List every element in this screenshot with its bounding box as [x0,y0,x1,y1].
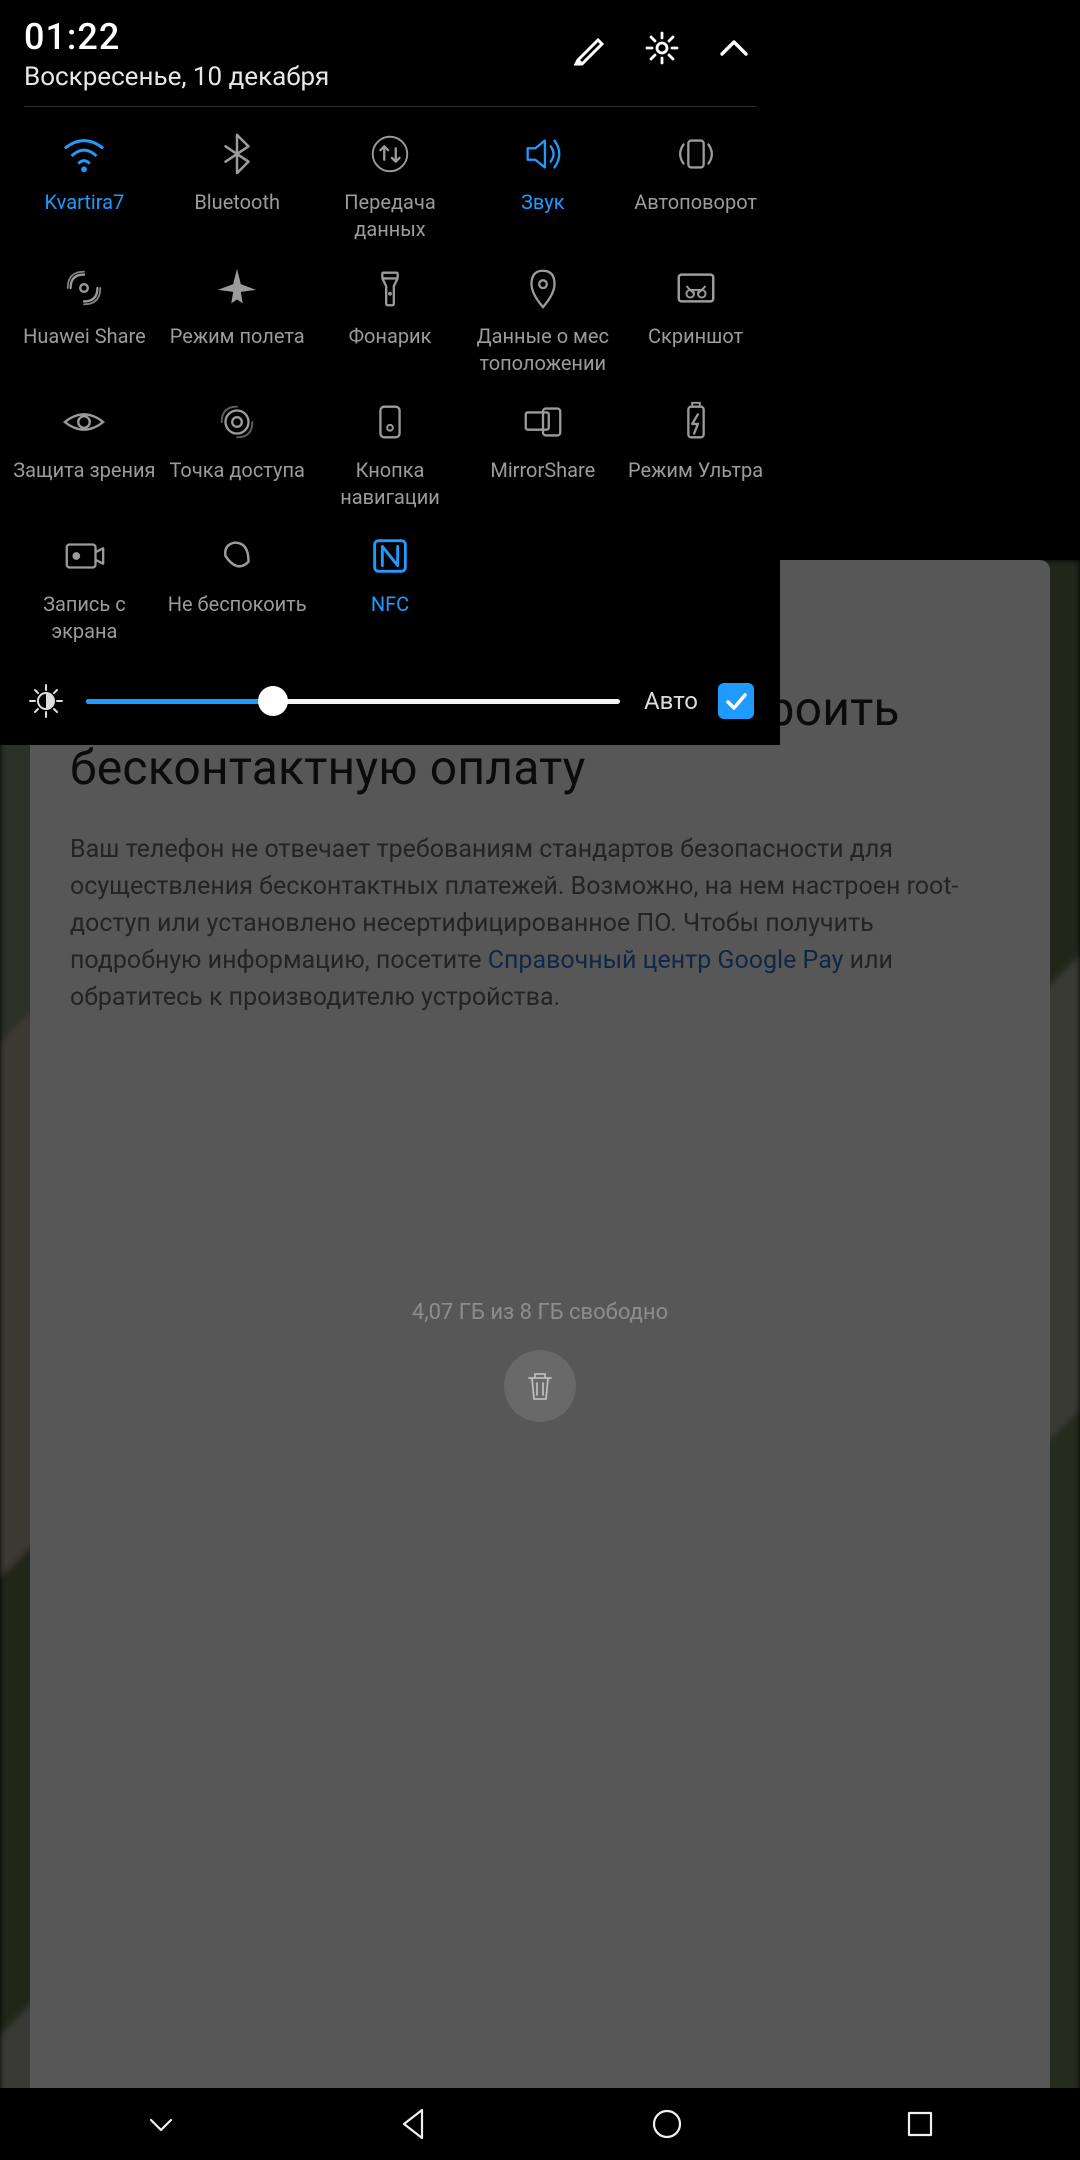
tile-label: Кнопка навигации [316,457,465,511]
airplane-icon [214,265,260,311]
eyecare-icon [61,399,107,445]
tile-label: Звук [521,189,564,237]
tile-label: Точка доступа [169,457,304,505]
ultra-icon [673,399,719,445]
auto-brightness-checkbox[interactable] [718,683,754,719]
bluetooth-icon [214,131,260,177]
wifi-icon [61,131,107,177]
tile-dnd[interactable]: Не беспокоить [161,525,314,659]
tile-label: Защита зрения [13,457,155,505]
tile-label: Передача данных [316,189,465,243]
navigation-bar [0,2088,1080,2160]
tile-label: Скриншот [648,323,743,371]
dnd-icon [214,533,260,579]
tile-share[interactable]: Huawei Share [8,257,161,391]
tile-wifi[interactable]: Kvartira7 [8,123,161,257]
background-content: На этом телефоне нельзя настроить бескон… [0,560,1080,2160]
nav-home-icon[interactable] [647,2104,687,2144]
nav-back-icon[interactable] [394,2104,434,2144]
panel-header: 01:22 Воскресенье, 10 декабря [0,0,780,106]
tile-label: Запись с экрана [10,591,159,645]
nav-recent-icon[interactable] [900,2104,940,2144]
tile-sound[interactable]: Звук [466,123,619,257]
tile-torch[interactable]: Фонарик [314,257,467,391]
tile-location[interactable]: Данные о мес тоположении [466,257,619,391]
gear-icon[interactable] [644,30,680,66]
brightness-row: Авто [0,669,780,745]
tile-eyecare[interactable]: Защита зрения [8,391,161,525]
mirror-icon [520,399,566,445]
navbtn-icon [367,399,413,445]
storage-status: 4,07 ГБ из 8 ГБ свободно [0,1300,1080,1325]
quick-tiles-grid: Kvartira7 Bluetooth Передача данных Звук Авт… [0,107,780,669]
tile-bluetooth[interactable]: Bluetooth [161,123,314,257]
screenshot-icon [673,265,719,311]
hotspot-icon [214,399,260,445]
data-icon [367,131,413,177]
sound-icon [520,131,566,177]
tile-rotate[interactable]: Автоповорот [619,123,772,257]
nfc-icon [367,533,413,579]
clear-button[interactable] [504,1350,576,1422]
brightness-icon [26,681,66,721]
tile-label: Режим полета [170,323,305,371]
tile-label: Huawei Share [23,323,146,371]
tile-label: NFC [371,591,409,639]
tile-label: Режим Ультра [628,457,763,505]
tile-label: MirrorShare [490,457,595,505]
collapse-icon[interactable] [716,30,752,66]
rotate-icon [673,131,719,177]
tile-mirror[interactable]: MirrorShare [466,391,619,525]
brightness-slider[interactable] [86,689,620,713]
tile-data[interactable]: Передача данных [314,123,467,257]
location-icon [520,265,566,311]
auto-brightness-label: Авто [644,687,698,715]
tile-label: Bluetooth [194,189,280,237]
tile-label: Kvartira7 [45,189,125,237]
tile-screenshot[interactable]: Скриншот [619,257,772,391]
tile-nfc[interactable]: NFC [314,525,467,659]
tile-hotspot[interactable]: Точка доступа [161,391,314,525]
edit-icon[interactable] [572,30,608,66]
tile-record[interactable]: Запись с экрана [8,525,161,659]
record-icon [61,533,107,579]
share-icon [61,265,107,311]
quick-settings-panel: 01:22 Воскресенье, 10 декабря Kvartira7 B… [0,0,780,745]
torch-icon [367,265,413,311]
tile-label: Не беспокоить [168,591,307,639]
tile-airplane[interactable]: Режим полета [161,257,314,391]
status-date: Воскресенье, 10 декабря [24,62,572,92]
tile-ultra[interactable]: Режим Ультра [619,391,772,525]
status-time: 01:22 [24,16,572,58]
tile-navbtn[interactable]: Кнопка навигации [314,391,467,525]
tile-label: Фонарик [349,323,432,371]
tile-label: Автоповорот [634,189,757,237]
tile-label: Данные о мес тоположении [468,323,617,377]
nav-hide-icon[interactable] [141,2104,181,2144]
